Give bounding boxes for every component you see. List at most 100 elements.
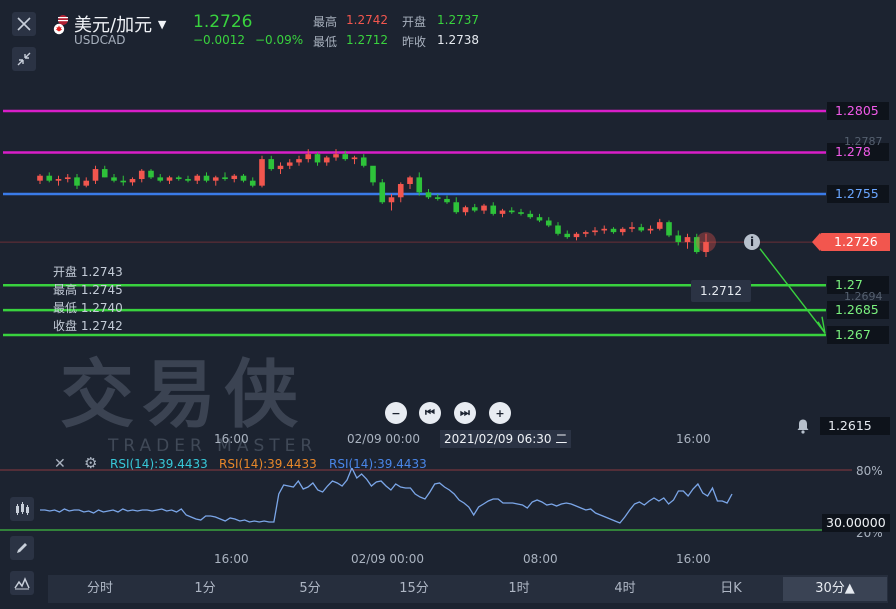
candle-body xyxy=(407,177,413,185)
candle-body xyxy=(379,182,386,203)
candle-body xyxy=(416,177,423,193)
level-tag-3: 1.2755 xyxy=(827,184,889,203)
candle-body xyxy=(638,227,645,231)
candle-body xyxy=(592,230,598,233)
chart-type-button[interactable] xyxy=(10,571,34,595)
candle-body xyxy=(148,170,154,178)
ohlc-open: 开盘 1.2743 xyxy=(53,265,123,279)
candle-body xyxy=(111,177,117,181)
price-chart[interactable] xyxy=(0,95,896,445)
symbol-code: USDCAD xyxy=(74,33,126,47)
candle-body xyxy=(157,177,164,181)
zoom-in-button[interactable]: + xyxy=(489,402,511,424)
skip-forward-button[interactable]: ⏭ xyxy=(454,402,476,424)
rsi-current-tag: 30.00000 xyxy=(822,514,890,532)
collapse-button[interactable] xyxy=(12,47,36,71)
crosshair-time: 2021/02/09 06:30 二 xyxy=(440,430,572,448)
candle-body xyxy=(527,213,534,218)
faint-label-top: 1.2787 xyxy=(844,135,883,148)
skip-back-button[interactable]: ⏮ xyxy=(419,402,441,424)
candle-body xyxy=(555,225,561,234)
rsi-overbought-label: 80% xyxy=(856,464,883,478)
zoom-out-button[interactable]: − xyxy=(385,402,407,424)
candle-body xyxy=(434,197,441,199)
candle-body xyxy=(101,169,108,178)
level-tag-6: 1.267 xyxy=(827,326,889,344)
main-axis-time-2: 02/09 00:00 xyxy=(347,432,420,446)
tab-4hour[interactable]: 4时 xyxy=(573,577,677,601)
candle-body xyxy=(444,198,450,203)
low-marker: 1.2712 xyxy=(691,280,751,302)
collapse-icon xyxy=(17,52,31,66)
candle-body xyxy=(397,184,404,198)
candle-body xyxy=(536,217,543,221)
candle-body xyxy=(185,179,191,181)
tab-1hour[interactable]: 1时 xyxy=(467,577,571,601)
candle-body xyxy=(619,228,626,233)
candle-body xyxy=(351,157,358,160)
info-icon[interactable]: i xyxy=(744,234,760,250)
candle-body xyxy=(92,169,99,181)
candle-body xyxy=(129,179,136,183)
candle-body xyxy=(249,180,256,186)
candle-body xyxy=(425,192,432,198)
tab-1min[interactable]: 1分 xyxy=(153,577,257,601)
candle-body xyxy=(259,159,265,186)
main-axis-time-3: 16:00 xyxy=(676,432,711,446)
rsi-axis-time-4: 16:00 xyxy=(676,552,711,566)
alert-bell-icon[interactable] xyxy=(795,418,811,434)
high-value: 1.2742 xyxy=(346,13,388,27)
candle-body xyxy=(203,175,210,181)
candle-body xyxy=(314,154,321,163)
candle-body xyxy=(46,175,53,181)
close-button[interactable] xyxy=(12,12,36,36)
candle-body xyxy=(582,232,589,234)
tab-15min[interactable]: 15分 xyxy=(362,577,466,601)
candle-body xyxy=(490,205,497,214)
last-price: 1.2726 xyxy=(193,12,253,32)
candle-body xyxy=(138,170,145,180)
line-chart-icon xyxy=(14,577,30,590)
candle-body xyxy=(286,162,293,166)
ohlc-high: 最高 1.2745 xyxy=(53,283,123,297)
candle-body xyxy=(277,165,284,170)
candle-body xyxy=(333,154,339,158)
candle-body xyxy=(684,237,691,243)
app-window: 美元/加元 ▼ USDCAD 1.2726 −0.0012 −0.09% 最高 … xyxy=(0,0,896,609)
candle-body xyxy=(573,233,580,238)
candle-body xyxy=(462,207,469,213)
level-tag-5: 1.2685 xyxy=(827,301,889,320)
candle-body xyxy=(55,179,62,181)
chevron-down-icon: ▼ xyxy=(157,18,167,31)
candle-body xyxy=(37,175,43,181)
level-tag-1: 1.2805 xyxy=(827,102,889,120)
candle-body xyxy=(120,180,127,183)
current-price-arrow xyxy=(812,233,820,251)
candle-body xyxy=(518,212,524,214)
draw-tool-button[interactable] xyxy=(10,536,34,560)
close-icon xyxy=(17,17,31,31)
current-price-tag: 1.2726 xyxy=(812,233,890,251)
tab-30min[interactable]: 30分▲ xyxy=(783,577,887,601)
prev-close-value: 1.2738 xyxy=(437,33,479,47)
indicator-tool-button[interactable] xyxy=(10,497,34,521)
rsi-chart[interactable] xyxy=(0,468,896,543)
candle-body xyxy=(610,228,617,233)
candle-body xyxy=(656,222,663,229)
candle-body xyxy=(212,177,219,181)
tab-daily[interactable]: 日K xyxy=(679,577,783,601)
tab-timeshare[interactable]: 分时 xyxy=(48,577,152,601)
current-price-value: 1.2726 xyxy=(834,234,878,249)
candle-body xyxy=(166,177,173,181)
candle-body xyxy=(675,235,682,243)
candle-body xyxy=(388,197,395,203)
candle-body xyxy=(342,154,349,160)
candle-body xyxy=(647,228,654,231)
candle-body xyxy=(268,159,275,170)
candle-body xyxy=(296,159,302,163)
ohlc-close: 收盘 1.2742 xyxy=(53,319,123,333)
candles-icon xyxy=(16,502,29,515)
candle-body xyxy=(175,177,182,180)
prev-close-label: 昨收 xyxy=(402,35,427,49)
tab-5min[interactable]: 5分 xyxy=(258,577,362,601)
